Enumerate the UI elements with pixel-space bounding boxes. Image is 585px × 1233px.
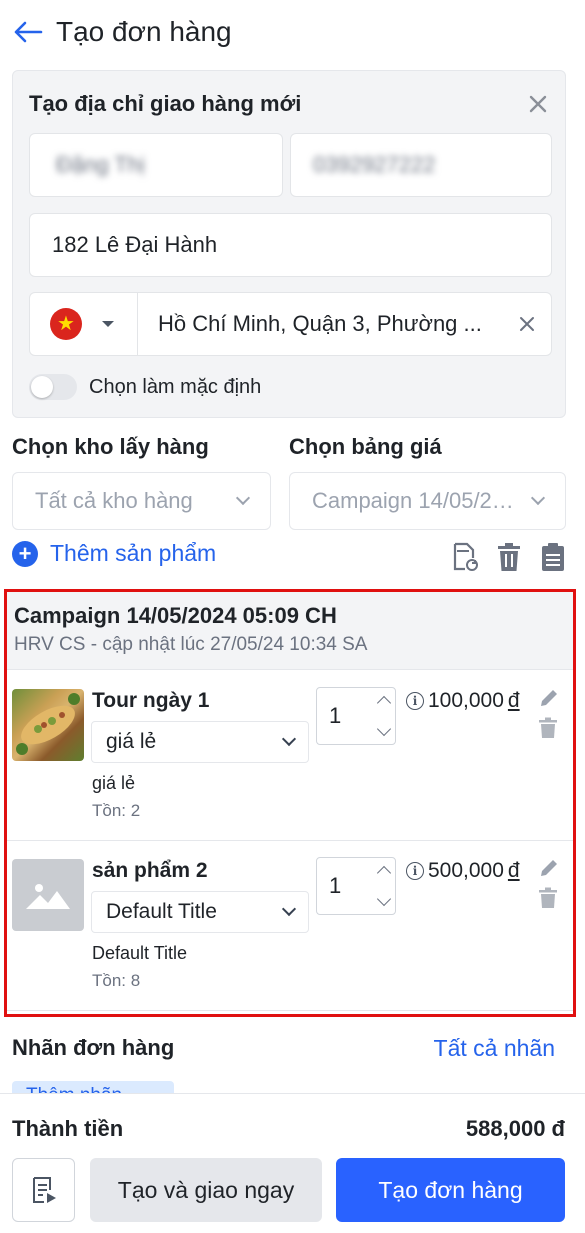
all-labels-link[interactable]: Tất cả nhãn: [434, 1035, 555, 1062]
street-field[interactable]: 182 Lê Đại Hành: [29, 213, 552, 277]
default-toggle-row: Chọn làm mặc định: [29, 374, 261, 400]
chevron-down-icon: [281, 901, 297, 917]
back-arrow-icon[interactable]: [12, 16, 44, 48]
order-labels-title: Nhãn đơn hàng: [12, 1035, 175, 1060]
create-and-ship-button[interactable]: Tạo và giao ngay: [90, 1158, 322, 1222]
product-tools: [451, 540, 567, 574]
page-title: Tạo đơn hàng: [56, 16, 232, 47]
price-value: 100,000: [428, 689, 504, 712]
pricelist-select[interactable]: Campaign 14/05/2024 05:09 CH: [289, 472, 566, 530]
name-value: Đặng Thị: [56, 152, 145, 177]
product-thumbnail: [12, 689, 84, 761]
phone-field[interactable]: 0392927222: [290, 133, 552, 197]
price: i 100,000 đ: [406, 689, 520, 713]
chevron-down-icon: [281, 731, 297, 747]
phone-value: 0392927222: [313, 152, 436, 177]
caret-down-icon: [102, 321, 114, 327]
vietnam-flag-icon: ★: [50, 308, 82, 340]
warehouse-value: Tất cả kho hàng: [35, 488, 193, 513]
product-name: sản phẩm 2: [92, 859, 208, 882]
campaign-product-list: Campaign 14/05/2024 05:09 CH HRV CS - cậ…: [4, 589, 576, 1017]
variant-select[interactable]: Default Title: [91, 891, 309, 933]
close-icon[interactable]: [525, 91, 551, 117]
create-order-button[interactable]: Tạo đơn hàng: [336, 1158, 565, 1222]
country-select[interactable]: ★: [30, 293, 138, 355]
stock-count: Tồn: 2: [92, 801, 141, 820]
stock-count: Tồn: 8: [92, 971, 141, 990]
add-product-button[interactable]: + Thêm sản phẩm: [12, 540, 216, 567]
pricelist-value: Campaign 14/05/2024 05:09 CH: [312, 488, 523, 513]
warehouse-select[interactable]: Tất cả kho hàng: [12, 472, 271, 530]
quantity-value: 1: [329, 873, 342, 898]
variant-text: giá lẻ: [92, 773, 136, 793]
name-field[interactable]: Đặng Thị: [29, 133, 283, 197]
default-toggle-label: Chọn làm mặc định: [89, 375, 262, 398]
product-row: Tour ngày 1 giá lẻ giá lẻ Tồn: 2 1 i 100…: [7, 671, 573, 841]
header: Tạo đơn hàng: [0, 0, 585, 64]
product-name: Tour ngày 1: [92, 689, 210, 712]
quantity-value: 1: [329, 703, 342, 728]
total-value: 588,000 đ: [465, 1116, 565, 1141]
region-value[interactable]: Hồ Chí Minh, Quận 3, Phường ...: [138, 311, 503, 337]
chevron-down-icon: [530, 490, 546, 506]
chevron-down-icon: [235, 490, 251, 506]
price: i 500,000 đ: [406, 859, 520, 883]
quantity-stepper[interactable]: 1: [316, 687, 396, 745]
product-row: sản phẩm 2 Default Title Default Title T…: [7, 841, 573, 1011]
variant-select-value: Default Title: [106, 900, 217, 923]
quantity-stepper[interactable]: 1: [316, 857, 396, 915]
new-address-card: Tạo địa chỉ giao hàng mới Đặng Thị 03929…: [12, 70, 566, 418]
variant-select[interactable]: giá lẻ: [91, 721, 309, 763]
variant-select-value: giá lẻ: [106, 730, 157, 753]
edit-pencil-icon[interactable]: [538, 857, 560, 879]
campaign-subtitle: HRV CS - cập nhật lúc 27/05/24 10:34 SA: [14, 634, 368, 655]
currency: đ: [507, 859, 520, 882]
image-placeholder-icon: [12, 859, 84, 931]
campaign-title: Campaign 14/05/2024 05:09 CH: [14, 603, 337, 628]
decrement-icon[interactable]: [376, 721, 392, 737]
add-product-label: Thêm sản phẩm: [50, 540, 217, 566]
footer: Thành tiền 588,000 đ Tạo và giao ngay Tạ…: [0, 1093, 585, 1233]
decrement-icon[interactable]: [376, 891, 392, 907]
draft-icon: [32, 1177, 56, 1203]
refresh-doc-icon[interactable]: [451, 540, 479, 574]
region-field: ★ Hồ Chí Minh, Quận 3, Phường ...: [29, 292, 552, 356]
variant-text: Default Title: [92, 943, 188, 963]
trash-icon[interactable]: [495, 540, 523, 574]
address-card-title: Tạo địa chỉ giao hàng mới: [29, 91, 302, 116]
currency: đ: [507, 689, 520, 712]
increment-icon[interactable]: [376, 865, 392, 881]
trash-icon[interactable]: [538, 717, 560, 739]
warehouse-label: Chọn kho lấy hàng: [12, 434, 209, 459]
edit-pencil-icon[interactable]: [538, 687, 560, 709]
price-value: 500,000: [428, 859, 504, 882]
plus-circle-icon: +: [12, 540, 38, 567]
campaign-header: Campaign 14/05/2024 05:09 CH HRV CS - cậ…: [7, 592, 573, 670]
pricelist-label: Chọn bảng giá: [289, 434, 442, 459]
clipboard-icon[interactable]: [539, 540, 567, 574]
increment-icon[interactable]: [376, 695, 392, 711]
street-value: 182 Lê Đại Hành: [52, 232, 218, 257]
draft-button[interactable]: [12, 1158, 75, 1222]
clear-icon[interactable]: [503, 316, 551, 332]
trash-icon[interactable]: [538, 887, 560, 909]
info-icon[interactable]: i: [406, 862, 424, 880]
info-icon[interactable]: i: [406, 692, 424, 710]
total-label: Thành tiền: [12, 1116, 124, 1141]
default-toggle[interactable]: [29, 374, 77, 400]
